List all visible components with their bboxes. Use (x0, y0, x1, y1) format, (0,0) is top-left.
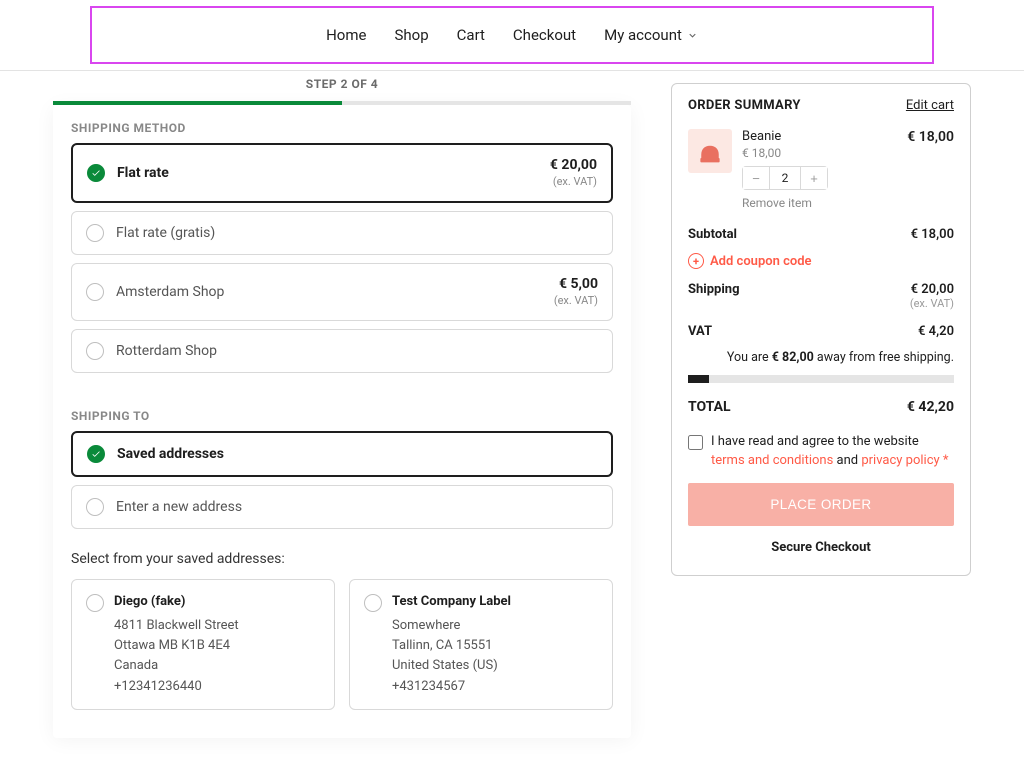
free-shipping-progress (688, 375, 954, 383)
shipping-option-label: Rotterdam Shop (116, 343, 598, 359)
nav-cart[interactable]: Cart (457, 26, 485, 44)
terms-row[interactable]: I have read and agree to the website ter… (688, 427, 954, 483)
place-order-button[interactable]: PLACE ORDER (688, 483, 954, 526)
item-line-price: € 18,00 (907, 129, 954, 210)
address-line: Somewhere (392, 616, 511, 636)
product-thumbnail (688, 129, 732, 173)
subtotal-value: € 18,00 (911, 227, 954, 242)
radio-unchecked-icon (86, 594, 104, 612)
cart-item: Beanie € 18,00 − 2 + Remove item € 18,00 (688, 123, 954, 220)
shipping-option-rotterdam[interactable]: Rotterdam Shop (71, 329, 613, 373)
radio-unchecked-icon (86, 342, 104, 360)
beanie-icon (696, 137, 724, 165)
terms-checkbox[interactable] (688, 435, 703, 450)
item-unit-price: € 18,00 (742, 146, 897, 160)
shipping-option-label: Flat rate (117, 165, 550, 181)
shipping-option-label: Flat rate (gratis) (116, 225, 598, 241)
step-label: STEP 2 OF 4 (306, 77, 378, 91)
radio-unchecked-icon (86, 224, 104, 242)
item-name: Beanie (742, 129, 897, 144)
subtotal-label: Subtotal (688, 227, 737, 242)
address-phone: +431234567 (392, 677, 511, 697)
shipping-option-flat-rate-gratis[interactable]: Flat rate (gratis) (71, 211, 613, 255)
step-progress: STEP 2 OF 4 (53, 81, 631, 105)
add-coupon-label: Add coupon code (710, 254, 812, 269)
address-name: Test Company Label (392, 592, 511, 612)
address-line: Ottawa MB K1B 4E4 (114, 636, 239, 656)
vat-label: VAT (688, 324, 712, 339)
shipping-option-flat-rate[interactable]: Flat rate € 20,00 (ex. VAT) (71, 143, 613, 203)
address-line: Tallinn, CA 15551 (392, 636, 511, 656)
radio-checked-icon (87, 164, 105, 182)
edit-cart-link[interactable]: Edit cart (906, 98, 954, 113)
address-line: United States (US) (392, 656, 511, 676)
remove-item-link[interactable]: Remove item (742, 196, 897, 210)
vat-value: € 4,20 (918, 324, 954, 339)
qty-decrement-button[interactable]: − (743, 167, 769, 189)
shipping-option-label: Amsterdam Shop (116, 284, 554, 300)
ex-vat-note: (ex. VAT) (554, 294, 598, 307)
shipto-saved-addresses[interactable]: Saved addresses (71, 431, 613, 477)
shipping-method-title: SHIPPING METHOD (71, 105, 613, 143)
order-summary-title: ORDER SUMMARY (688, 98, 801, 113)
nav-checkout[interactable]: Checkout (513, 26, 576, 44)
shipping-to-title: SHIPPING TO (71, 381, 613, 431)
address-name: Diego (fake) (114, 592, 239, 612)
secure-checkout-label: Secure Checkout (688, 526, 954, 557)
address-card-test-company[interactable]: Test Company Label Somewhere Tallinn, CA… (349, 579, 613, 710)
top-nav: Home Shop Cart Checkout My account (90, 6, 934, 64)
plus-circle-icon: + (688, 253, 704, 269)
terms-text: I have read and agree to the website ter… (711, 433, 954, 471)
ex-vat-note: (ex. VAT) (553, 175, 597, 188)
total-value: € 42,20 (907, 399, 954, 415)
quantity-stepper[interactable]: − 2 + (742, 166, 828, 190)
qty-increment-button[interactable]: + (801, 167, 827, 189)
shipping-option-price: € 5,00 (559, 276, 598, 292)
shipping-value: € 20,00 (911, 282, 954, 297)
shipto-option-label: Enter a new address (116, 499, 598, 515)
shipping-exvat: (ex. VAT) (910, 297, 954, 310)
nav-my-account-label: My account (604, 26, 682, 44)
chevron-down-icon (687, 30, 698, 41)
address-card-diego[interactable]: Diego (fake) 4811 Blackwell Street Ottaw… (71, 579, 335, 710)
add-coupon-link[interactable]: + Add coupon code (688, 249, 954, 275)
radio-unchecked-icon (364, 594, 382, 612)
address-line: Canada (114, 656, 239, 676)
total-label: TOTAL (688, 399, 731, 415)
shipto-enter-new[interactable]: Enter a new address (71, 485, 613, 529)
radio-unchecked-icon (86, 498, 104, 516)
radio-checked-icon (87, 445, 105, 463)
free-shipping-notice: You are € 82,00 away from free shipping. (688, 346, 954, 373)
shipping-option-price: € 20,00 (550, 157, 597, 173)
shipto-option-label: Saved addresses (117, 446, 597, 462)
shipping-label: Shipping (688, 282, 740, 310)
privacy-link[interactable]: privacy policy (861, 453, 939, 468)
qty-value: 2 (769, 167, 801, 189)
radio-unchecked-icon (86, 283, 104, 301)
terms-link[interactable]: terms and conditions (711, 453, 833, 468)
nav-home[interactable]: Home (326, 26, 366, 44)
nav-my-account[interactable]: My account (604, 26, 698, 44)
address-line: 4811 Blackwell Street (114, 616, 239, 636)
order-summary: ORDER SUMMARY Edit cart Beanie € 18,00 −… (671, 83, 971, 576)
shipping-option-amsterdam[interactable]: Amsterdam Shop € 5,00 (ex. VAT) (71, 263, 613, 321)
saved-addresses-prompt: Select from your saved addresses: (71, 551, 613, 567)
address-phone: +12341236440 (114, 677, 239, 697)
nav-shop[interactable]: Shop (394, 26, 428, 44)
